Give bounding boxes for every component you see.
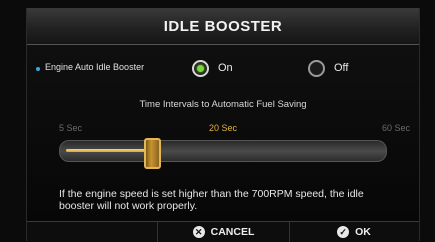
radio-on-icon[interactable] [192, 59, 209, 77]
cancel-button[interactable]: ✕ CANCEL [157, 222, 290, 242]
check-circle-icon: ✓ [337, 226, 350, 238]
radio-option-on[interactable]: On [192, 58, 233, 78]
footer-blank-slot [27, 222, 157, 242]
slider-max-label: 60 Sec [381, 123, 410, 133]
slider-fill [66, 149, 152, 152]
radio-off-label: Off [334, 62, 349, 74]
x-circle-icon: ✕ [192, 226, 205, 238]
radio-on-label: On [218, 62, 233, 74]
ok-button[interactable]: ✓ OK [289, 222, 419, 242]
idle-booster-dialog: IDLE BOOSTER Engine Auto Idle Booster On… [26, 8, 420, 242]
warning-text: If the engine speed is set higher than t… [59, 188, 364, 212]
interval-title: Time Intervals to Automatic Fuel Saving [139, 99, 307, 110]
bullet-icon [36, 67, 40, 71]
ok-button-label: OK [355, 226, 371, 238]
auto-idle-label: Engine Auto Idle Booster [45, 62, 145, 72]
dialog-title: IDLE BOOSTER [163, 17, 283, 35]
dialog-title-bar: IDLE BOOSTER [27, 8, 419, 45]
cancel-button-label: CANCEL [210, 226, 255, 238]
slider-handle[interactable] [143, 138, 161, 169]
slider-current-value: 20 Sec [208, 123, 238, 133]
auto-idle-row: Engine Auto Idle Booster On Off [27, 58, 419, 84]
screen: IDLE BOOSTER Engine Auto Idle Booster On… [0, 0, 435, 242]
interval-slider[interactable] [59, 138, 387, 169]
dialog-footer: ✕ CANCEL ✓ OK [27, 221, 419, 242]
radio-off-icon[interactable] [308, 59, 325, 77]
radio-option-off[interactable]: Off [308, 58, 348, 78]
